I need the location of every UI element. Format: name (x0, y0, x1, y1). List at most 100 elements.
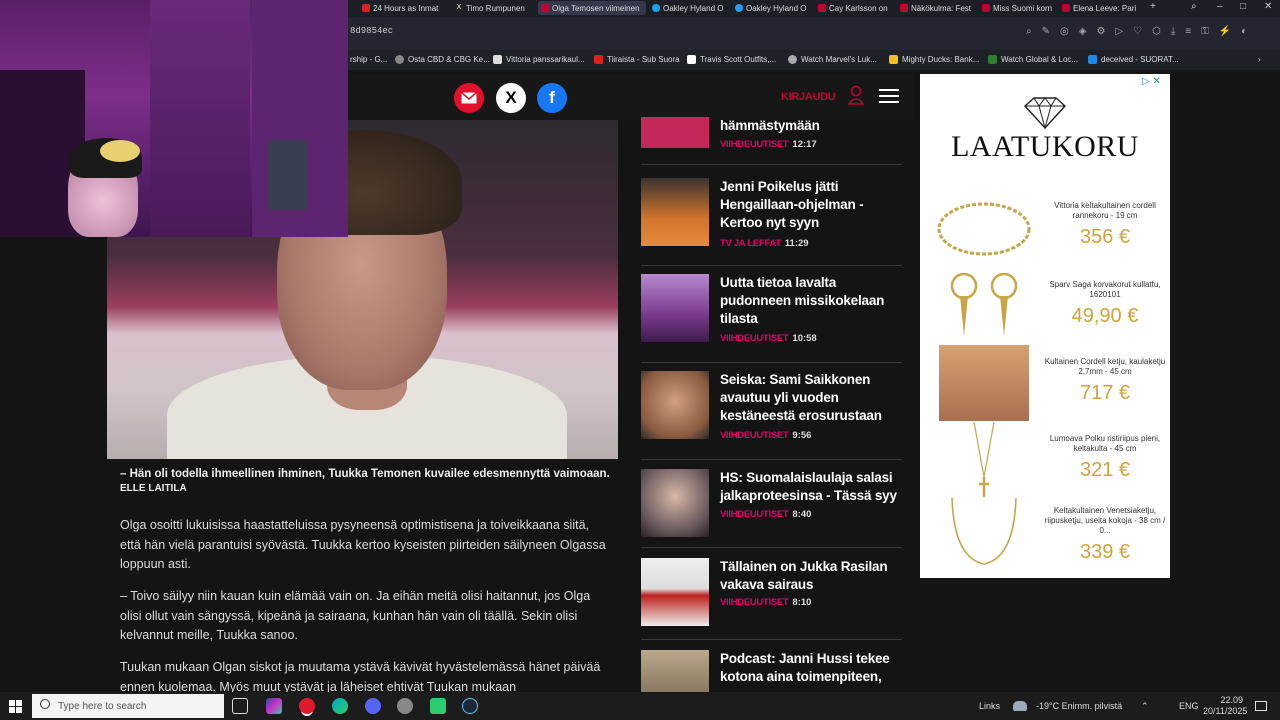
webcam-door (150, 0, 250, 237)
task-view-icon[interactable] (232, 698, 248, 714)
shield-icon[interactable]: ◈ (1079, 26, 1087, 37)
windows-start-icon[interactable] (9, 700, 22, 713)
news-item[interactable]: Tällainen on Jukka Rasilan vakava sairau… (641, 558, 902, 640)
maximize-icon[interactable]: □ (1240, 1, 1246, 12)
facebook-share-icon[interactable]: f (537, 83, 567, 113)
edit-icon[interactable]: ✎ (1042, 26, 1050, 37)
ad-product-price: 717 € (1079, 382, 1131, 404)
settings-icon[interactable]: ⚙ (1096, 26, 1105, 37)
bookmark-icon (493, 55, 502, 64)
play-icon[interactable]: ▷ (1115, 26, 1123, 37)
browser-tab[interactable]: Näkökulma: Fest (900, 1, 976, 15)
browser-tab[interactable]: Oakley Hyland O (735, 1, 813, 15)
news-title: Tällainen on Jukka Rasilan vakava sairau… (720, 559, 888, 592)
app-icon[interactable] (430, 698, 446, 714)
bookmarks-overflow-icon[interactable]: › (1258, 55, 1261, 64)
tab-label: Cay Karlsson on (829, 3, 888, 13)
browser-tab[interactable]: Oakley Hyland O (652, 1, 730, 15)
new-tab-icon[interactable]: + (1150, 1, 1156, 12)
bookmark-item[interactable]: Watch Marvel's Luk... (788, 55, 877, 64)
ad-product[interactable]: Kultainen Cordell ketju, kaulaketju 2,7m… (1040, 357, 1170, 405)
zoom-icon[interactable]: ⌕ (1026, 26, 1032, 37)
edge-taskbar-icon[interactable] (332, 698, 348, 714)
windows-taskbar: Type here to search Links -19°C Enimm. p… (0, 692, 1280, 720)
search-tabs-icon[interactable]: ⌕ (1191, 1, 1197, 12)
close-icon[interactable]: ✕ (1264, 1, 1272, 12)
browser-tab[interactable]: Cay Karlsson on (818, 1, 896, 15)
article-paragraph: Tuukan mukaan Olgan siskot ja muutama ys… (120, 660, 601, 692)
login-link[interactable]: KIRJAUDU (781, 91, 836, 103)
iltalehti-icon (900, 4, 908, 12)
url-field[interactable]: 8d9854ec (350, 26, 393, 36)
article-paragraph: Olga osoitti lukuisissa haastatteluissa … (120, 518, 606, 571)
minimize-icon[interactable]: – (1217, 1, 1223, 12)
tray-language[interactable]: ENG (1179, 701, 1199, 711)
bookmark-item[interactable]: deceived - SUORAT... (1088, 55, 1179, 64)
copilot-icon[interactable] (266, 698, 282, 714)
heart-icon[interactable]: ♡ (1133, 26, 1142, 37)
news-meta: TV JA LEFFAT 11:29 (720, 238, 809, 249)
weather-icon (1013, 701, 1027, 711)
news-category: VIIHDEUUTISET (720, 597, 789, 608)
discord-icon[interactable] (365, 698, 381, 714)
browser-tab[interactable]: X Timo Rumpunen (455, 1, 535, 15)
browser-tab[interactable]: 24 Hours as Inmat (362, 1, 442, 15)
news-title: Seiska: Sami Saikkonen avautuu yli vuode… (720, 372, 882, 423)
bookmark-label: deceived - SUORAT... (1101, 55, 1179, 64)
bookmark-item[interactable]: rship - G... (350, 55, 387, 64)
extension-icon[interactable]: ⚡ (1219, 26, 1231, 37)
hamburger-menu-icon[interactable] (879, 89, 899, 105)
lock-icon[interactable]: ⚿ (1201, 26, 1209, 37)
news-meta: VIIHDEUUTISET 9:56 (720, 430, 811, 441)
news-meta: VIIHDEUUTISET 8:40 (720, 509, 811, 520)
browser-tab-active[interactable]: Olga Temosen viimeinen (538, 1, 646, 15)
edge-icon (652, 4, 660, 12)
shield-app-icon[interactable] (397, 698, 413, 714)
menu-icon[interactable]: ≡ (1185, 26, 1191, 37)
bookmark-item[interactable]: Tiiraista - Sub Suora (594, 55, 680, 64)
taskbar-search[interactable]: Type here to search (32, 694, 224, 718)
bookmark-item[interactable]: Mighty Ducks: Bank... (889, 55, 979, 64)
bookmark-item[interactable]: Osta CBD & CBG Ke... (395, 55, 490, 64)
ad-product-name: Vittoria keltakultainen cordell rannekor… (1054, 201, 1156, 220)
tray-links[interactable]: Links (979, 701, 1000, 711)
bookmark-label: Watch Global & Loc... (1001, 55, 1079, 64)
news-meta: VIIHDEUUTISET 8:10 (720, 597, 811, 608)
browser-tab[interactable]: Elena Leeve: Pari (1062, 1, 1140, 15)
browser-tab[interactable]: Miss Suomi korn (982, 1, 1058, 15)
bookmark-item[interactable]: Travis Scott Outfits,... (687, 55, 776, 64)
news-item[interactable]: Seiska: Sami Saikkonen avautuu yli vuode… (641, 371, 902, 460)
earrings-image (950, 272, 1018, 336)
ad-product[interactable]: Keltakultainen Venetsiaketju, riipusketj… (1040, 506, 1170, 564)
tray-clock[interactable]: 22.09 20/11/2025 (1203, 695, 1247, 717)
tab-label: 24 Hours as Inmat (373, 3, 439, 13)
bookmark-label: rship - G... (350, 55, 388, 64)
ad-product[interactable]: Lumoava Polku ristiriipus pieni, keltaku… (1040, 434, 1170, 482)
camera-icon[interactable]: ◎ (1060, 26, 1069, 37)
notification-icon[interactable] (1255, 701, 1267, 711)
email-share-icon[interactable] (454, 83, 484, 113)
download-icon[interactable]: ⤓ (1171, 26, 1175, 37)
steam-icon[interactable] (462, 698, 478, 714)
bookmark-item[interactable]: Watch Global & Loc... (988, 55, 1078, 64)
ad-product[interactable]: Sparv Saga korvakorut kullattu, 1620101 … (1040, 280, 1170, 328)
x-share-icon[interactable]: X (496, 83, 526, 113)
news-item[interactable]: Uutta tietoa lavalta pudonneen missikoke… (641, 274, 902, 363)
news-item[interactable]: HS: Suomalaislaulaja salasi jalkaprotees… (641, 469, 902, 548)
bookmark-item[interactable]: Vittoria panssarikaul... (493, 55, 585, 64)
ad-product[interactable]: Vittoria keltakultainen cordell rannekor… (1040, 201, 1170, 249)
tray-chevron-icon[interactable]: ⌃ (1141, 701, 1149, 712)
iltalehti-icon (982, 4, 990, 12)
jewelry-ad[interactable]: ▷ ✕ LAATUKORU Vittoria keltakultainen co… (920, 74, 1170, 578)
tray-weather[interactable]: -19°C Enimm. pilvistä (1036, 701, 1122, 711)
news-title: Podcast: Janni Hussi tekee kotona aina t… (720, 651, 890, 684)
news-title: Jenni Poikelus jätti Hengaillaan-ohjelma… (720, 179, 864, 230)
ai-icon[interactable]: ◐ (1241, 26, 1247, 37)
news-item[interactable]: Jenni Poikelus jätti Hengaillaan-ohjelma… (641, 178, 902, 266)
tab-label: Miss Suomi korn (993, 3, 1053, 13)
ad-close-icon[interactable]: ▷ ✕ (1142, 76, 1161, 87)
user-icon[interactable] (848, 85, 864, 105)
opera-icon[interactable] (299, 698, 315, 714)
news-item[interactable]: hämmästymään VIIHDEUUTISET 12:17 (641, 117, 902, 165)
cube-icon[interactable]: ⬡ (1152, 26, 1161, 37)
